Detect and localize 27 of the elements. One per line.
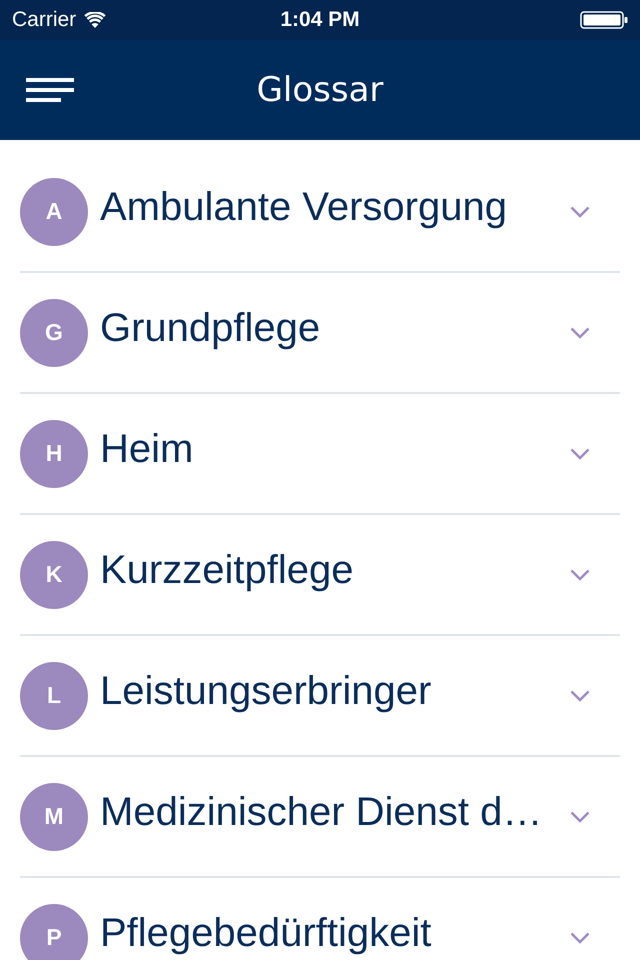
- chevron-icon[interactable]: [570, 326, 590, 338]
- carrier-name: Carrier: [12, 8, 76, 32]
- screen-title: Glossar: [256, 70, 384, 110]
- glossary-term[interactable]: Grundpflege: [100, 306, 320, 351]
- battery-icon: [580, 11, 628, 29]
- glossary-term[interactable]: Kurzzeitpflege: [100, 548, 354, 593]
- menu-icon[interactable]: [26, 78, 74, 102]
- letter-avatar: K: [20, 540, 88, 608]
- letter-avatar: L: [20, 662, 88, 730]
- clock-time: 1:04 PM: [280, 8, 360, 32]
- chevron-icon[interactable]: [570, 932, 590, 944]
- letter-avatar: G: [20, 298, 88, 366]
- letter-avatar: H: [20, 420, 88, 488]
- chevron-icon[interactable]: [570, 568, 590, 580]
- chevron-icon[interactable]: [570, 690, 590, 702]
- glossary-term[interactable]: Leistungserbringer: [100, 669, 432, 714]
- glossary-term[interactable]: Ambulante Versorgung: [100, 185, 507, 230]
- glossary-term[interactable]: Pflegebedürftigkeit: [100, 911, 432, 956]
- letter-avatar: A: [20, 178, 88, 246]
- chevron-icon[interactable]: [570, 448, 590, 460]
- glossary-term[interactable]: Medizinischer Dienst d…: [100, 790, 542, 835]
- glossary-term[interactable]: Heim: [100, 427, 194, 472]
- chevron-icon[interactable]: [570, 206, 590, 218]
- letter-avatar: P: [20, 904, 88, 960]
- letter-avatar: M: [20, 782, 88, 850]
- wifi-icon: [84, 12, 106, 28]
- chevron-icon[interactable]: [570, 810, 590, 822]
